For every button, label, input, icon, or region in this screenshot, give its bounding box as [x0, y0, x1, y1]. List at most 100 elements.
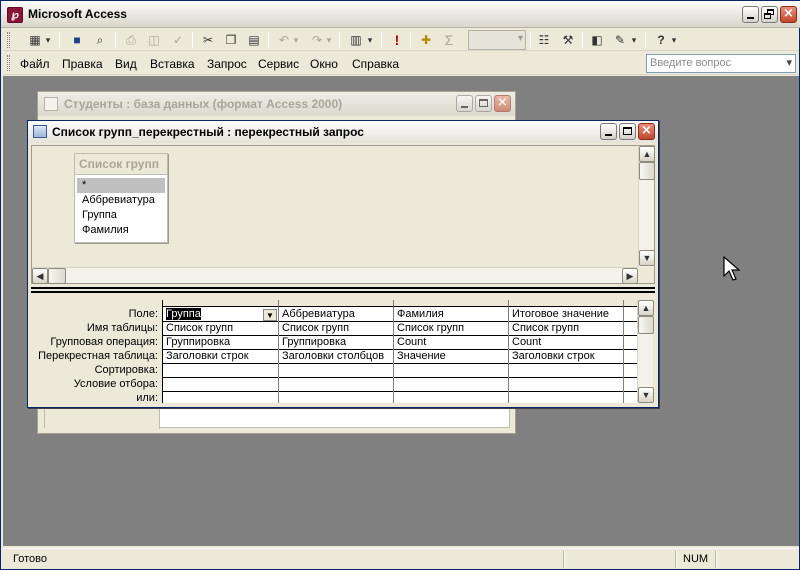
scroll-thumb[interactable]	[48, 268, 66, 284]
grid-cell-empty[interactable]	[624, 378, 638, 392]
new-object-dropdown-icon[interactable]: ▾	[628, 31, 640, 49]
dropdown-arrow-icon[interactable]: ▼	[263, 309, 277, 321]
print-icon[interactable]: ⎙	[122, 31, 140, 49]
grid-cell-empty[interactable]	[624, 364, 638, 378]
grid-cell-empty[interactable]	[624, 350, 638, 364]
grid-cell-table[interactable]: Список групп	[279, 322, 393, 336]
field-list-item[interactable]: Группа	[77, 208, 165, 223]
db-maximize-button[interactable]	[475, 95, 492, 112]
pane-splitter[interactable]	[31, 287, 655, 293]
grid-cell-total[interactable]: Count	[394, 336, 508, 350]
grid-cell-field[interactable]: Группа ▼	[163, 308, 278, 322]
menu-help[interactable]: Справка	[352, 57, 399, 71]
scroll-left-icon[interactable]: ◀	[32, 268, 48, 284]
table-pane-vscroll[interactable]: ▲ ▼	[638, 146, 655, 267]
column-selector[interactable]	[624, 300, 638, 307]
grid-cell-field-value[interactable]: Группа	[166, 308, 201, 320]
menu-query[interactable]: Запрос	[207, 57, 247, 71]
db-minimize-button[interactable]	[456, 95, 473, 112]
table-pane[interactable]: Список групп * Аббревиатура Группа Фамил…	[31, 145, 655, 284]
column-selector[interactable]	[163, 300, 279, 307]
grid-column[interactable]: Фамилия Список групп Count Значение	[394, 300, 509, 403]
db-close-button[interactable]: ×	[494, 95, 511, 112]
grid-cell-field[interactable]: Фамилия	[394, 308, 508, 322]
properties-icon[interactable]: ☷	[535, 31, 553, 49]
menu-view[interactable]: Вид	[115, 57, 137, 71]
grid-cell-sort[interactable]	[509, 364, 623, 378]
run-icon[interactable]: !	[388, 31, 406, 49]
query-maximize-button[interactable]	[619, 123, 636, 140]
scroll-down-icon[interactable]: ▼	[638, 387, 654, 403]
grid-cell-crosstab[interactable]: Заголовки столбцов	[279, 350, 393, 364]
toolbar-options-icon[interactable]: ▾	[669, 31, 679, 49]
grid-cell-criteria[interactable]	[279, 378, 393, 392]
menu-window[interactable]: Окно	[310, 57, 338, 71]
grid-cell-table[interactable]: Список групп	[509, 322, 623, 336]
close-button[interactable]: ×	[780, 6, 797, 23]
field-list[interactable]: Список групп * Аббревиатура Группа Фамил…	[74, 153, 168, 243]
top-values-combo[interactable]	[468, 30, 526, 50]
search-file-icon[interactable]: ⌕	[91, 31, 109, 49]
grid-cell-crosstab[interactable]: Заголовки строк	[509, 350, 623, 364]
menu-edit[interactable]: Правка	[62, 57, 103, 71]
grid-cell-empty[interactable]	[624, 308, 638, 322]
grid-cell-criteria[interactable]	[509, 378, 623, 392]
grid-cell-or[interactable]	[163, 392, 278, 406]
query-close-button[interactable]: ×	[638, 123, 655, 140]
menu-file[interactable]: Файл	[20, 57, 50, 71]
restore-button[interactable]	[761, 6, 778, 23]
column-selector[interactable]	[279, 300, 394, 307]
grid-cell-table[interactable]: Список групп	[394, 322, 508, 336]
grid-cell-criteria[interactable]	[163, 378, 278, 392]
show-table-icon[interactable]: ✚	[417, 31, 435, 49]
help-icon[interactable]: ?	[652, 31, 670, 49]
column-selector[interactable]	[509, 300, 624, 307]
grid-cell-or[interactable]	[509, 392, 623, 406]
query-design-window[interactable]: Список групп_перекрестный : перекрестный…	[27, 120, 659, 408]
minimize-button[interactable]	[742, 6, 759, 23]
copy-icon[interactable]: ❐	[222, 31, 240, 49]
grid-cell-empty[interactable]	[624, 336, 638, 350]
grid-column[interactable]: Итоговое значение Список групп Count Заг…	[509, 300, 624, 403]
database-window-titlebar[interactable]: Студенты : база данных (формат Access 20…	[38, 92, 515, 116]
grid-cell-empty[interactable]	[624, 322, 638, 336]
grid-cell-field[interactable]: Аббревиатура	[279, 308, 393, 322]
grid-cell-criteria[interactable]	[394, 378, 508, 392]
field-list-item[interactable]: Фамилия	[77, 223, 165, 238]
paste-icon[interactable]: ▤	[245, 31, 263, 49]
grid-column[interactable]	[624, 300, 638, 403]
grid-cell-or[interactable]	[279, 392, 393, 406]
scroll-up-icon[interactable]: ▲	[638, 300, 654, 316]
query-window-titlebar[interactable]: Список групп_перекрестный : перекрестный…	[28, 121, 658, 143]
grid-cell-crosstab[interactable]: Заголовки строк	[163, 350, 278, 364]
table-pane-hscroll[interactable]: ◀ ▶	[32, 267, 638, 284]
scroll-up-icon[interactable]: ▲	[639, 146, 655, 162]
database-window-icon[interactable]: ◧	[588, 31, 606, 49]
field-list-title[interactable]: Список групп	[75, 154, 167, 175]
field-list-item[interactable]: Аббревиатура	[77, 193, 165, 208]
query-type-dropdown-icon[interactable]: ▾	[364, 31, 376, 49]
grid-cell-crosstab[interactable]: Значение	[394, 350, 508, 364]
cut-icon[interactable]: ✂	[199, 31, 217, 49]
totals-icon[interactable]: Σ	[440, 31, 458, 49]
build-icon[interactable]: ⚒	[559, 31, 577, 49]
toolbar-grip[interactable]	[7, 32, 10, 48]
menu-tools[interactable]: Сервис	[258, 57, 299, 71]
grid-cell-total[interactable]: Группировка	[163, 336, 278, 350]
field-list-item[interactable]: *	[77, 178, 165, 193]
dropdown-arrow-icon[interactable]: ▾	[42, 31, 54, 49]
grid-cell-sort[interactable]	[394, 364, 508, 378]
query-type-icon[interactable]: ▥	[347, 31, 365, 49]
grid-cell-total[interactable]: Count	[509, 336, 623, 350]
menu-insert[interactable]: Вставка	[150, 57, 195, 71]
scroll-down-icon[interactable]: ▼	[639, 250, 655, 266]
menubar-grip[interactable]	[7, 55, 10, 71]
grid-cell-total[interactable]: Группировка	[279, 336, 393, 350]
grid-cell-table[interactable]: Список групп	[163, 322, 278, 336]
design-grid-vscroll[interactable]: ▲ ▼	[637, 300, 654, 403]
scroll-thumb[interactable]	[638, 316, 654, 334]
access-key-icon[interactable]: ℘	[7, 7, 23, 23]
redo-dropdown-icon[interactable]: ▾	[324, 31, 334, 49]
ask-question-input[interactable]: Введите вопрос	[646, 54, 796, 73]
grid-column[interactable]: Аббревиатура Список групп Группировка За…	[279, 300, 394, 403]
